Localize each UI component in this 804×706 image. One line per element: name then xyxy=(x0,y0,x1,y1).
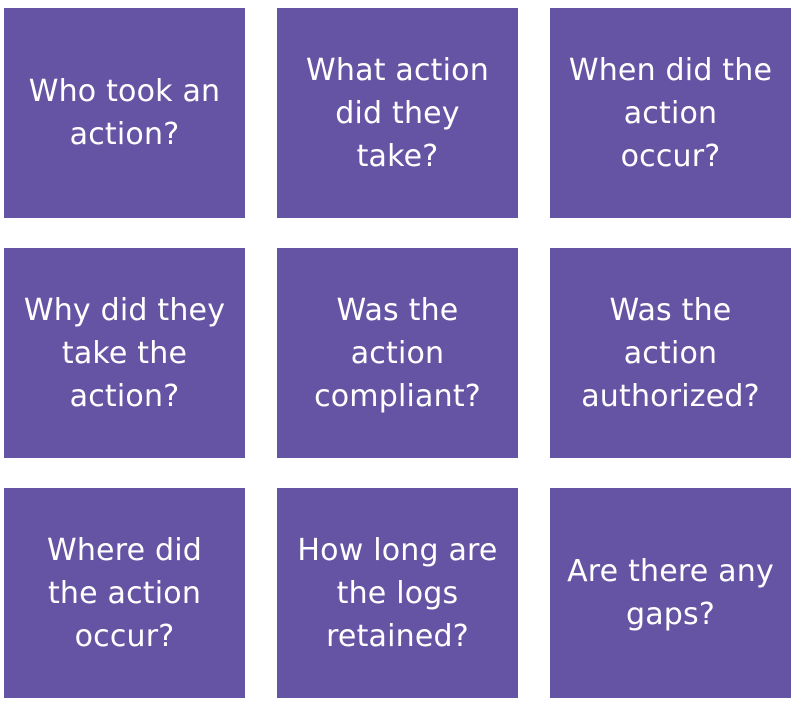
question-tile-when: When did the action occur? xyxy=(550,8,791,218)
question-line: What action xyxy=(306,52,489,88)
question-tile-what: What action did they take? xyxy=(277,8,518,218)
question-line: gaps? xyxy=(625,597,716,632)
question-line: take the xyxy=(61,335,188,371)
question-tile-authorized: Was the action authorized? xyxy=(550,248,791,458)
question-text: Was the action authorized? xyxy=(581,289,760,418)
question-line: the logs xyxy=(336,575,459,611)
question-grid: Who took an action? What action did they… xyxy=(4,8,791,698)
question-line: Was the xyxy=(609,292,732,328)
question-line: How long are xyxy=(297,532,498,568)
question-line: occur? xyxy=(74,618,175,654)
question-line: did they xyxy=(335,95,460,131)
question-line: Was the xyxy=(336,292,459,328)
question-line: action? xyxy=(69,378,180,414)
question-text: When did the action occur? xyxy=(569,49,772,178)
question-line: Where did xyxy=(46,532,203,568)
question-text: What action did they take? xyxy=(306,49,489,178)
question-tile-where: Where did the action occur? xyxy=(4,488,245,698)
question-line: take? xyxy=(356,138,439,174)
question-line: When did the xyxy=(568,52,773,88)
question-text: Are there any gaps? xyxy=(567,550,774,636)
question-text: Who took an action? xyxy=(29,70,221,156)
question-tile-why: Why did they take the action? xyxy=(4,248,245,458)
question-line: action xyxy=(350,335,445,371)
question-tile-who: Who took an action? xyxy=(4,8,245,218)
question-line: action xyxy=(623,335,718,371)
question-text: Was the action compliant? xyxy=(314,289,481,418)
question-line: authorized? xyxy=(581,378,760,414)
question-tile-compliant: Was the action compliant? xyxy=(277,248,518,458)
question-tile-gaps: Are there any gaps? xyxy=(550,488,791,698)
question-text: Where did the action occur? xyxy=(47,529,202,658)
question-text: How long are the logs retained? xyxy=(297,529,497,658)
question-line: action? xyxy=(69,117,180,152)
question-line: compliant? xyxy=(314,378,481,414)
question-line: Who took an xyxy=(28,74,221,109)
question-line: the action xyxy=(47,575,202,611)
question-line: Why did they xyxy=(23,292,226,328)
question-line: Are there any xyxy=(567,554,774,589)
question-tile-retention: How long are the logs retained? xyxy=(277,488,518,698)
question-line: occur? xyxy=(620,138,721,174)
question-line: retained? xyxy=(326,618,469,654)
question-text: Why did they take the action? xyxy=(24,289,225,418)
question-line: action xyxy=(623,95,718,131)
